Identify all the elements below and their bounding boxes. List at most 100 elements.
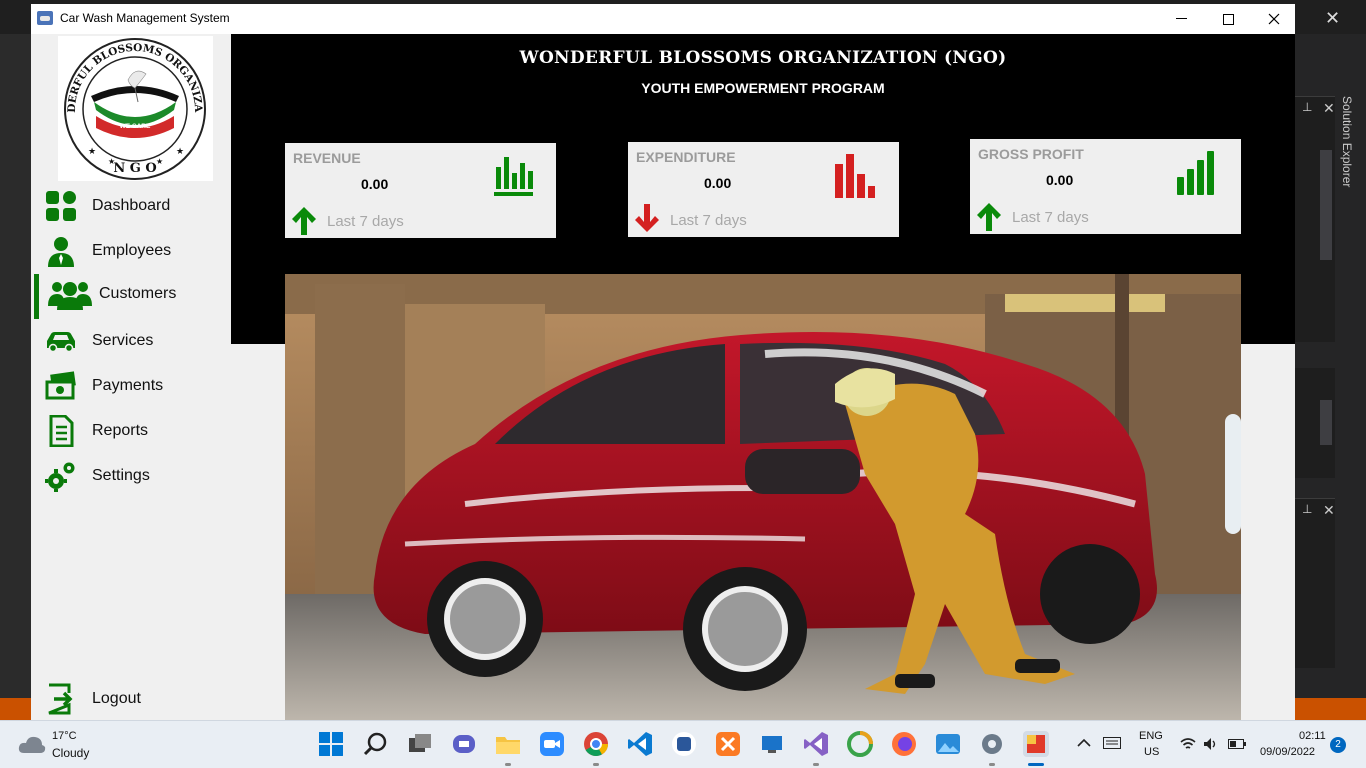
wifi-icon[interactable] bbox=[1180, 737, 1196, 751]
sidebar: WONDERFUL BLOSSOMS ORGANIZATION N G O ★ … bbox=[31, 27, 231, 720]
expenditure-card: EXPENDITURE 0.00 Last 7 days bbox=[628, 142, 899, 237]
notification-badge[interactable]: 2 bbox=[1330, 737, 1346, 753]
arrow-up-icon bbox=[977, 203, 1001, 231]
signal-bars-icon bbox=[1177, 151, 1214, 195]
customers-icon bbox=[48, 282, 92, 310]
task-view-icon[interactable] bbox=[407, 731, 433, 757]
ngo-logo: WONDERFUL BLOSSOMS ORGANIZATION N G O ★ … bbox=[51, 27, 213, 181]
maximize-button[interactable] bbox=[1205, 4, 1251, 34]
remote-desktop-icon[interactable] bbox=[759, 731, 785, 757]
card-value: 0.00 bbox=[361, 176, 389, 192]
clock-time[interactable]: 02:11 bbox=[1299, 730, 1326, 742]
page-subtitle: YOUTH EMPOWERMENT PROGRAM bbox=[641, 80, 885, 96]
teams-chat-icon[interactable] bbox=[451, 731, 477, 757]
search-icon[interactable] bbox=[363, 731, 389, 757]
sidebar-item-dashboard[interactable]: Dashboard bbox=[31, 186, 231, 226]
zoom-icon[interactable] bbox=[539, 731, 565, 757]
card-title: EXPENDITURE bbox=[636, 149, 736, 165]
app-window: Car Wash Management System WONDERFUL BLO… bbox=[31, 4, 1295, 720]
ide-statusbar-segment bbox=[0, 698, 32, 720]
app-swirl-icon[interactable] bbox=[847, 731, 873, 757]
sidebar-item-label: Dashboard bbox=[92, 197, 171, 214]
taskbar: 17°C Cloudy ENG US 02:11 09/09/2022 2 bbox=[0, 720, 1366, 768]
close-button[interactable] bbox=[1251, 4, 1295, 34]
photos-icon[interactable] bbox=[935, 731, 961, 757]
volume-icon[interactable] bbox=[1203, 737, 1219, 751]
windows-start-icon[interactable] bbox=[318, 731, 344, 757]
ide-scrollbar[interactable] bbox=[1320, 150, 1332, 260]
sidebar-item-label: Employees bbox=[92, 242, 172, 259]
window-title: Car Wash Management System bbox=[60, 11, 230, 25]
dashboard-icon bbox=[46, 191, 76, 221]
cloud-icon bbox=[18, 736, 46, 753]
ide-pane-close-icon[interactable]: ✕ bbox=[1323, 502, 1335, 519]
sidebar-item-label: Customers bbox=[99, 285, 177, 302]
ide-scrollbar[interactable] bbox=[1320, 400, 1332, 445]
card-period: Last 7 days bbox=[670, 212, 747, 229]
sidebar-item-label: Payments bbox=[92, 377, 164, 394]
sidebar-item-customers[interactable]: Customers bbox=[31, 274, 231, 319]
svg-text:★: ★ bbox=[156, 157, 163, 166]
solution-explorer-tab[interactable]: Solution Explorer bbox=[1340, 96, 1354, 187]
card-period: Last 7 days bbox=[327, 213, 404, 230]
ide-pin-icon[interactable]: ⊥ bbox=[1302, 100, 1312, 114]
vscode-icon[interactable] bbox=[627, 731, 653, 757]
xampp-icon[interactable] bbox=[715, 731, 741, 757]
ide-pane-close-icon[interactable]: ✕ bbox=[1323, 100, 1335, 117]
card-value: 0.00 bbox=[704, 175, 732, 191]
minimize-icon bbox=[1176, 18, 1187, 19]
svg-text:★: ★ bbox=[88, 146, 96, 156]
gross-profit-card: GROSS PROFIT 0.00 Last 7 days bbox=[970, 139, 1241, 234]
bar-chart-down-icon bbox=[835, 154, 875, 198]
car-wash-photo bbox=[285, 274, 1241, 720]
weather-temp: 17°C bbox=[52, 730, 77, 742]
settings-gear-icon[interactable] bbox=[979, 731, 1005, 757]
weather-desc: Cloudy bbox=[52, 746, 90, 760]
sidebar-item-employees[interactable]: Employees bbox=[31, 231, 231, 271]
running-indicator bbox=[505, 763, 511, 766]
revenue-card: REVENUE 0.00 Last 7 days bbox=[285, 143, 556, 238]
active-indicator bbox=[1028, 763, 1044, 766]
car-wash-app-icon[interactable] bbox=[1023, 731, 1049, 757]
arrow-up-icon bbox=[292, 207, 316, 235]
ide-close-icon[interactable]: ✕ bbox=[1325, 8, 1340, 29]
keyboard-icon[interactable] bbox=[1103, 737, 1121, 749]
sidebar-item-settings[interactable]: Settings bbox=[31, 456, 231, 496]
card-title: GROSS PROFIT bbox=[978, 146, 1084, 162]
file-explorer-icon[interactable] bbox=[495, 731, 521, 757]
visual-studio-icon[interactable] bbox=[803, 731, 829, 757]
running-indicator bbox=[593, 763, 599, 766]
minimize-button[interactable] bbox=[1159, 4, 1205, 34]
window-titlebar[interactable]: Car Wash Management System bbox=[31, 4, 1295, 34]
region-indicator[interactable]: US bbox=[1144, 746, 1159, 758]
sidebar-item-payments[interactable]: Payments bbox=[31, 366, 231, 406]
ide-pin-icon[interactable]: ⊥ bbox=[1302, 502, 1312, 516]
clock-date[interactable]: 09/09/2022 bbox=[1260, 746, 1315, 758]
app-icon bbox=[37, 11, 53, 25]
cash-icon bbox=[45, 371, 76, 400]
employee-icon bbox=[48, 237, 74, 267]
battery-icon[interactable] bbox=[1228, 739, 1246, 749]
chrome-icon[interactable] bbox=[583, 731, 609, 757]
sidebar-item-services[interactable]: Services bbox=[31, 321, 231, 361]
firefox-icon[interactable] bbox=[891, 731, 917, 757]
running-indicator bbox=[989, 763, 995, 766]
bar-chart-icon bbox=[494, 157, 533, 196]
running-indicator bbox=[813, 763, 819, 766]
chevron-up-icon[interactable] bbox=[1077, 738, 1091, 748]
language-indicator[interactable]: ENG bbox=[1139, 730, 1163, 742]
active-indicator bbox=[34, 274, 39, 319]
logout-label: Logout bbox=[92, 690, 141, 707]
document-icon bbox=[49, 415, 74, 447]
sidebar-item-label: Services bbox=[92, 332, 154, 349]
logout-button[interactable]: Logout bbox=[31, 679, 231, 719]
svg-text:WE CARE: WE CARE bbox=[120, 123, 151, 130]
sidebar-item-reports[interactable]: Reports bbox=[31, 411, 231, 451]
ide-pane bbox=[1295, 498, 1335, 668]
arrow-down-icon bbox=[635, 204, 659, 232]
gears-icon bbox=[45, 462, 75, 492]
card-period: Last 7 days bbox=[1012, 209, 1089, 226]
car-icon bbox=[47, 332, 75, 353]
svg-text:★: ★ bbox=[176, 146, 184, 156]
word-icon[interactable] bbox=[671, 731, 697, 757]
